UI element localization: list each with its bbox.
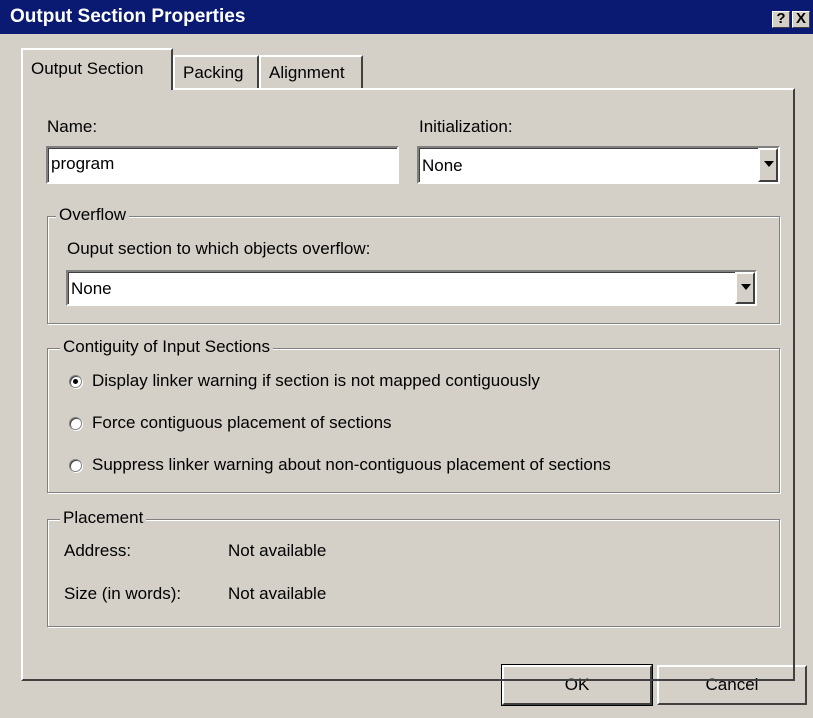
address-value: Not available <box>228 541 327 560</box>
overflow-label: Ouput section to which objects overflow: <box>67 239 371 258</box>
name-label: Name: <box>47 117 98 136</box>
name-value: program <box>51 154 115 173</box>
placement-legend: Placement <box>60 508 147 528</box>
tab-output-section[interactable]: Output Section <box>21 48 173 90</box>
initialization-value: None <box>422 156 463 175</box>
help-button[interactable]: ? <box>772 11 790 28</box>
chevron-down-icon <box>741 284 751 290</box>
contiguity-legend: Contiguity of Input Sections <box>60 337 273 357</box>
size-value: Not available <box>228 584 327 603</box>
tab-alignment[interactable]: Alignment <box>259 55 363 89</box>
overflow-legend: Overflow <box>56 205 130 225</box>
initialization-label: Initialization: <box>419 117 513 136</box>
address-label: Address: <box>64 541 132 560</box>
radio-suppress-warning[interactable] <box>69 459 82 472</box>
name-input[interactable]: program <box>46 146 399 184</box>
window-title: Output Section Properties <box>10 6 246 27</box>
close-button[interactable]: X <box>792 11 810 28</box>
radio-suppress-warning-label[interactable]: Suppress linker warning about non-contig… <box>92 455 611 475</box>
radio-force-contiguous-label[interactable]: Force contiguous placement of sections <box>92 413 392 433</box>
radio-force-contiguous[interactable] <box>69 417 82 430</box>
initialization-dropdown-button[interactable] <box>758 148 778 182</box>
chevron-down-icon <box>764 161 774 167</box>
overflow-dropdown-button[interactable] <box>735 272 755 304</box>
size-label: Size (in words): <box>64 584 182 603</box>
radio-selected-dot <box>73 379 78 384</box>
overflow-value: None <box>71 279 112 298</box>
placement-group <box>47 519 780 627</box>
initialization-combo[interactable]: None <box>417 146 780 184</box>
radio-display-warning-label[interactable]: Display linker warning if section is not… <box>92 371 540 391</box>
tab-packing[interactable]: Packing <box>173 55 259 89</box>
overflow-combo[interactable]: None <box>66 270 757 306</box>
radio-display-warning[interactable] <box>69 375 82 388</box>
